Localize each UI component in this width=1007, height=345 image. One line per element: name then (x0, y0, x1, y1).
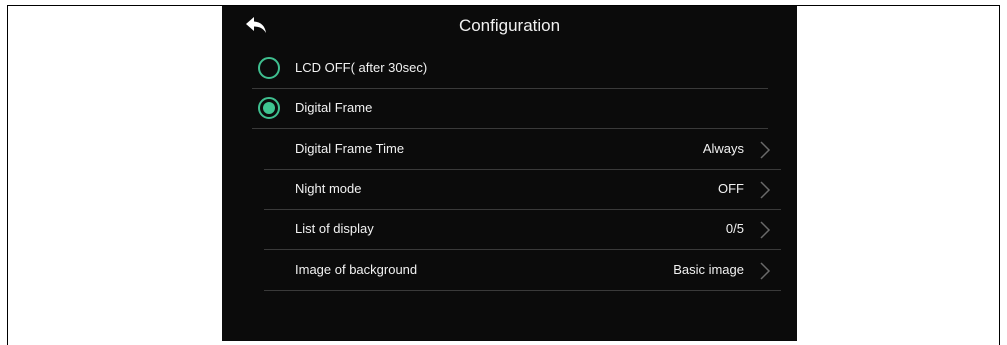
chevron-right-icon (760, 262, 771, 280)
setting-label: Digital Frame Time (295, 141, 405, 156)
setting-value: Always (702, 141, 744, 156)
option-lcd-off[interactable]: LCD OFF( after 30sec) (252, 49, 768, 89)
setting-value: Basic image (673, 262, 744, 277)
radio-selected-icon[interactable] (258, 97, 280, 119)
setting-list-of-display[interactable]: List of display 0/5 (264, 210, 781, 250)
chevron-right-icon (760, 181, 771, 199)
radio-unselected-icon[interactable] (258, 57, 280, 79)
chevron-right-icon (760, 221, 771, 239)
page-title: Configuration (458, 16, 561, 35)
setting-digital-frame-time[interactable]: Digital Frame Time Always (264, 130, 781, 170)
setting-image-of-background[interactable]: Image of background Basic image (264, 251, 781, 291)
option-digital-frame[interactable]: Digital Frame (252, 89, 768, 129)
option-label: LCD OFF( after 30sec) (295, 60, 428, 75)
setting-label: List of display (295, 221, 374, 236)
configuration-screen: Configuration LCD OFF( after 30sec) Digi… (222, 6, 797, 341)
header: Configuration (222, 6, 797, 44)
setting-value: 0/5 (725, 221, 744, 236)
option-label: Digital Frame (295, 100, 373, 115)
setting-label: Image of background (295, 262, 418, 277)
setting-night-mode[interactable]: Night mode OFF (264, 170, 781, 210)
radio-dot (263, 102, 275, 114)
setting-label: Night mode (295, 181, 362, 196)
setting-value: OFF (718, 181, 744, 196)
chevron-right-icon (760, 141, 771, 159)
